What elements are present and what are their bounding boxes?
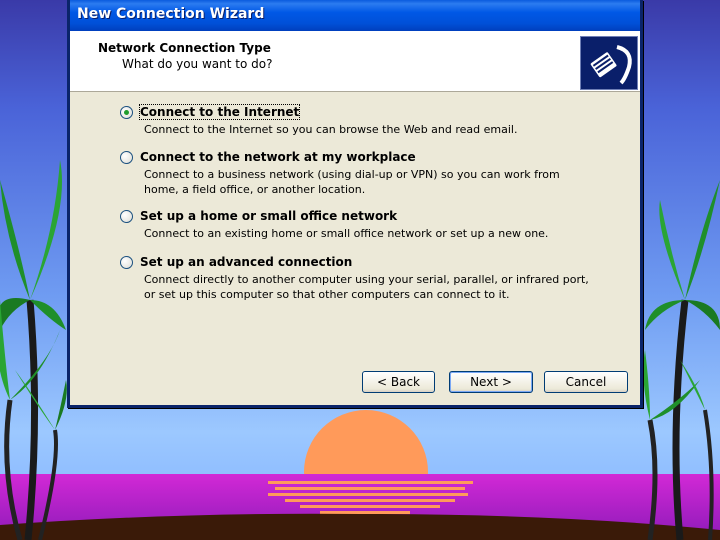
next-button[interactable]: Next > <box>449 371 533 393</box>
wizard-header: Network Connection Type What do you want… <box>70 31 640 92</box>
window-title: New Connection Wizard <box>77 6 265 22</box>
radio-connect-workplace[interactable] <box>120 151 133 164</box>
option-label[interactable]: Connect to the Internet <box>138 104 301 120</box>
radio-connect-internet[interactable] <box>120 106 133 119</box>
option-description: Connect to an existing home or small off… <box>144 227 549 240</box>
radio-advanced-connection[interactable] <box>120 256 133 269</box>
option-label[interactable]: Set up a home or small office network <box>140 209 397 223</box>
new-connection-wizard-window: New Connection Wizard Network Connection… <box>67 0 643 408</box>
cancel-button[interactable]: Cancel <box>544 371 628 393</box>
page-subtitle: What do you want to do? <box>122 57 273 71</box>
option-description: Connect to the Internet so you can brows… <box>144 123 518 136</box>
option-label[interactable]: Connect to the network at my workplace <box>140 150 416 164</box>
option-description: Connect directly to another computer usi… <box>144 273 589 301</box>
radio-home-office-network[interactable] <box>120 210 133 223</box>
back-button[interactable]: < Back <box>362 371 435 393</box>
network-cable-icon <box>580 36 638 90</box>
option-label[interactable]: Set up an advanced connection <box>140 255 352 269</box>
option-description: Connect to a business network (using dia… <box>144 168 560 196</box>
page-title: Network Connection Type <box>98 41 271 55</box>
title-bar[interactable]: New Connection Wizard <box>70 0 640 31</box>
